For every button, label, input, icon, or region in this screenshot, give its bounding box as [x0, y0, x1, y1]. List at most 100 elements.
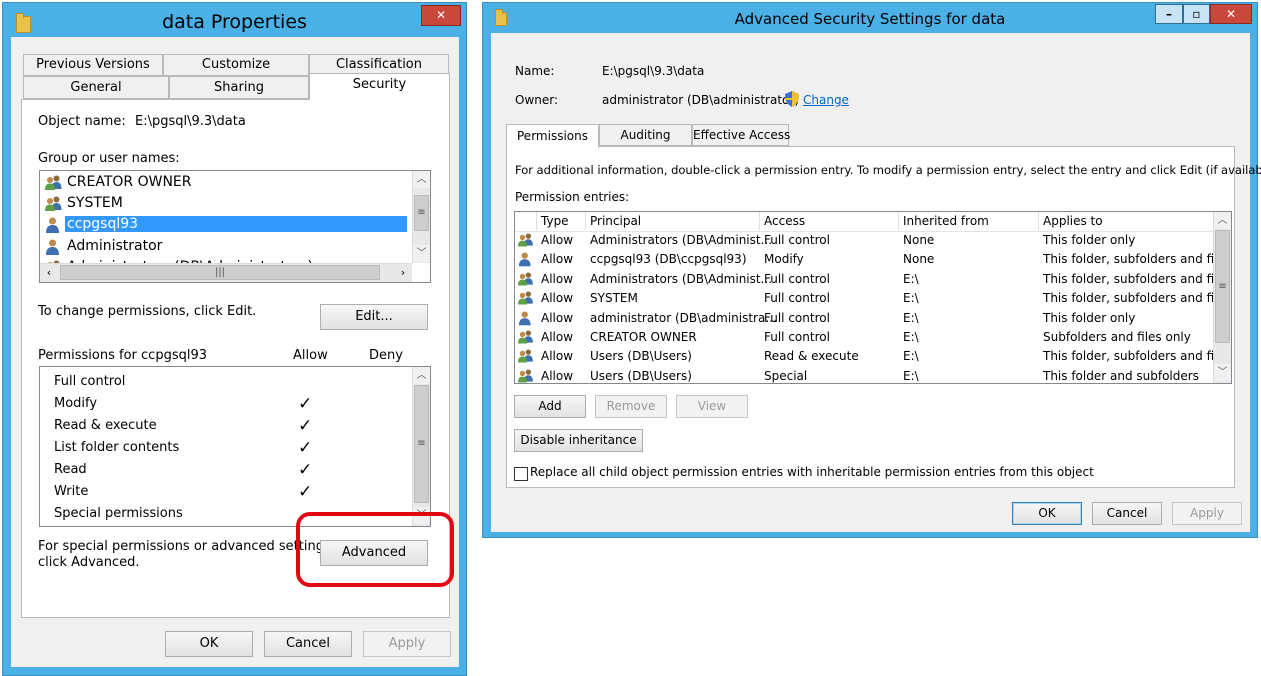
permission-entry-row[interactable]: Allow Users (DB\Users) Read & execute E:\ Th…: [515, 347, 1213, 366]
tab-auditing[interactable]: Auditing: [599, 124, 692, 146]
chevron-down-icon[interactable]: ﹀: [1214, 364, 1231, 381]
tab-permissions[interactable]: Permissions: [506, 124, 599, 148]
entry-applies: This folder, subfolders and files: [1043, 252, 1213, 267]
group-icon: [518, 369, 533, 383]
users-vscrollbar[interactable]: ︿ ≡ ﹀: [412, 171, 430, 263]
close-button[interactable]: ✕: [421, 5, 461, 26]
chevron-up-icon[interactable]: ︿: [413, 367, 430, 384]
chevron-up-icon[interactable]: ︿: [1214, 212, 1231, 229]
column-header[interactable]: Type: [541, 214, 569, 228]
group-icon: [518, 272, 533, 288]
ok-button[interactable]: OK: [165, 631, 253, 657]
tab-effective-access[interactable]: Effective Access: [692, 124, 790, 146]
permission-entry-row[interactable]: Allow Users (DB\Users) Special E:\ This fold…: [515, 367, 1213, 383]
user-icon: [45, 217, 60, 237]
chevron-left-icon[interactable]: ‹: [40, 264, 58, 282]
replace-checkbox[interactable]: [514, 467, 528, 481]
permission-row: Modify ✓: [40, 394, 412, 415]
cancel-button[interactable]: Cancel: [264, 631, 352, 657]
permission-entry-row[interactable]: Allow Administrators (DB\Administ... Full …: [515, 270, 1213, 289]
edit-button[interactable]: Edit...: [320, 304, 428, 330]
group-icon: [518, 291, 533, 307]
add-button[interactable]: Add: [514, 395, 586, 418]
user-name: CREATOR OWNER: [67, 174, 192, 190]
user-icon: [518, 311, 532, 328]
permission-entry-row[interactable]: Allow Administrators (DB\Administ... Full …: [515, 231, 1213, 250]
name-label: Name:: [515, 64, 555, 78]
tab-general[interactable]: General: [23, 76, 169, 99]
column-header[interactable]: Access: [764, 214, 805, 228]
permission-entry-row[interactable]: Allow ccpgsql93 (DB\ccpgsql93) Modify None T…: [515, 250, 1213, 269]
apply-label: Apply: [1190, 506, 1224, 520]
entry-access: Modify: [764, 252, 804, 267]
chevron-up-icon[interactable]: ︿: [413, 171, 430, 188]
maximize-button[interactable]: ▫: [1183, 4, 1210, 24]
column-header[interactable]: Principal: [590, 214, 641, 228]
entry-applies: This folder only: [1043, 310, 1136, 325]
apply-label: Apply: [388, 636, 426, 651]
checkmark-icon: ✓: [298, 394, 313, 414]
entries-vscrollbar[interactable]: ︿ ≡ ﹀: [1213, 212, 1231, 383]
group-icon: [518, 349, 533, 365]
permission-row: Write ✓: [40, 482, 412, 503]
column-separator: [585, 212, 586, 230]
window-title: data Properties: [162, 11, 307, 33]
tab-previous-versions[interactable]: Previous Versions: [23, 54, 163, 76]
entry-type: Allow: [541, 252, 574, 267]
scroll-thumb[interactable]: ≡: [1215, 230, 1230, 343]
permission-name: List folder contents: [54, 440, 180, 455]
column-header[interactable]: Applies to: [1043, 214, 1103, 228]
users-listbox[interactable]: CREATOR OWNER SYSTEM ccpgsql93 Administrato…: [39, 170, 431, 283]
window-title: Advanced Security Settings for data: [734, 10, 1006, 28]
entry-inherited: E:\: [903, 291, 919, 306]
tab-security[interactable]: Security: [309, 73, 450, 100]
user-list-item[interactable]: ccpgsql93: [40, 215, 410, 235]
cancel-button[interactable]: Cancel: [1092, 502, 1162, 525]
apply-button[interactable]: Apply: [363, 631, 451, 657]
entry-principal: SYSTEM: [590, 291, 638, 306]
minimize-button[interactable]: –: [1155, 4, 1183, 24]
security-panel: Object name: E:\pgsql\9.3\data Group or …: [21, 99, 454, 618]
ok-button[interactable]: OK: [1012, 502, 1082, 525]
entry-access: Full control: [764, 271, 830, 286]
checkmark-icon: ✓: [298, 438, 313, 458]
entry-principal: administrator (DB\administra...: [590, 310, 777, 325]
permission-entry-row[interactable]: Allow administrator (DB\administra... Full…: [515, 309, 1213, 328]
scroll-thumb[interactable]: ≡: [414, 195, 429, 231]
name-value: E:\pgsql\9.3\data: [602, 64, 705, 78]
change-owner-link[interactable]: Change: [803, 93, 849, 107]
chevron-down-icon[interactable]: ﹀: [413, 245, 430, 262]
disable-inheritance-button[interactable]: Disable inheritance: [514, 429, 643, 452]
view-button[interactable]: View: [676, 395, 748, 418]
group-icon: [45, 175, 62, 194]
tab-customize[interactable]: Customize: [163, 54, 309, 76]
user-list-item[interactable]: Administrator: [40, 237, 410, 257]
tab-label: Security: [352, 77, 407, 92]
permission-entry-row[interactable]: Allow CREATOR OWNER Full control E:\ Subfold…: [515, 328, 1213, 347]
user-name: ccpgsql93: [65, 216, 407, 233]
tab-label: Classification: [335, 57, 423, 72]
scroll-thumb[interactable]: ≡: [414, 385, 429, 503]
entries-label: Permission entries:: [515, 190, 630, 204]
tab-label: Sharing: [214, 80, 264, 95]
chevron-right-icon[interactable]: ›: [394, 264, 412, 282]
tab-sharing[interactable]: Sharing: [169, 76, 309, 99]
entry-access: Full control: [764, 330, 830, 344]
users-hscrollbar[interactable]: ‹ ||| ›: [40, 263, 412, 282]
remove-button[interactable]: Remove: [595, 395, 667, 418]
allow-header: Allow: [293, 348, 328, 363]
tab-label: General: [70, 80, 122, 95]
hscroll-thumb[interactable]: |||: [60, 265, 380, 280]
apply-button[interactable]: Apply: [1172, 502, 1242, 525]
permission-entry-row[interactable]: Allow SYSTEM Full control E:\ This folder, s…: [515, 289, 1213, 308]
user-list-item[interactable]: SYSTEM: [40, 194, 410, 214]
user-list-item[interactable]: CREATOR OWNER: [40, 173, 410, 193]
entry-inherited: None: [903, 233, 935, 247]
change-permissions-text: To change permissions, click Edit.: [38, 304, 257, 319]
object-name-label: Object name:: [38, 114, 126, 129]
permission-entries-list[interactable]: Type Principal Access Inherited from Applies…: [514, 211, 1232, 384]
close-button[interactable]: ✕: [1210, 4, 1252, 24]
column-header[interactable]: Inherited from: [903, 214, 989, 228]
permissions-panel: For additional information, double-click…: [506, 146, 1261, 488]
permissions-vscrollbar[interactable]: ︿ ≡ ﹀: [412, 367, 430, 526]
